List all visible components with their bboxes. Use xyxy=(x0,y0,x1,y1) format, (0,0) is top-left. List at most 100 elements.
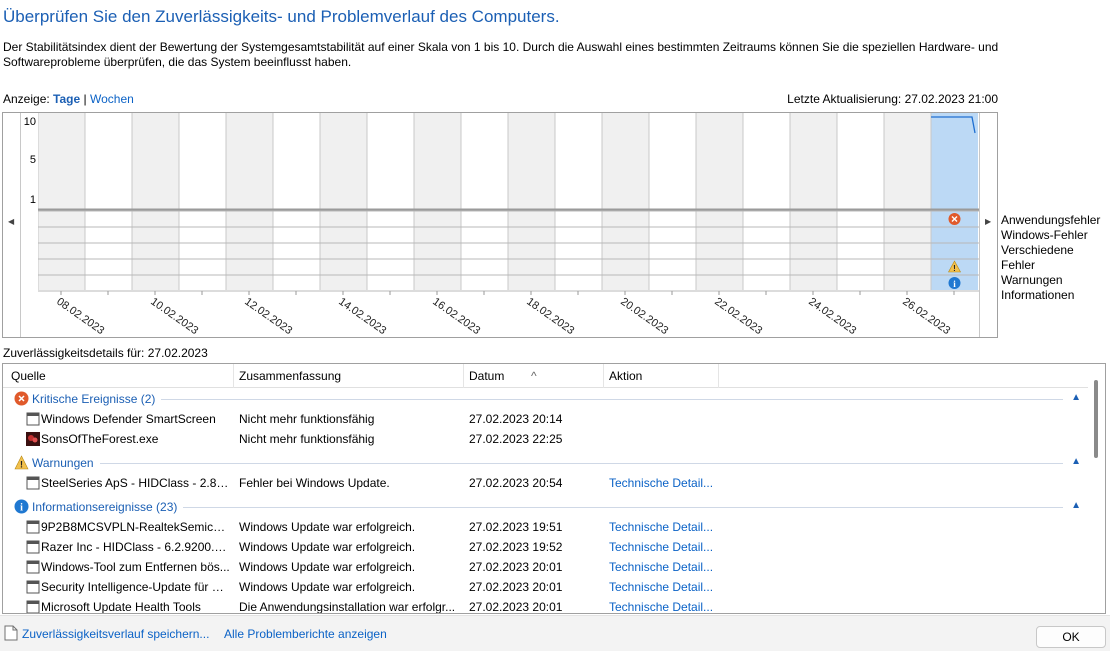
day-column[interactable] xyxy=(273,113,320,290)
day-column[interactable] xyxy=(555,113,602,290)
group-label: Kritische Ereignisse (2) xyxy=(32,392,155,406)
day-column[interactable] xyxy=(85,113,132,290)
group-header[interactable]: !Warnungen▲ xyxy=(3,453,1083,473)
view-days-link[interactable]: Tage xyxy=(53,92,80,106)
date-label: 12.02.2023 xyxy=(242,296,294,337)
list-item[interactable]: SonsOfTheForest.exeNicht mehr funktionsf… xyxy=(3,429,1083,449)
chevron-left-icon: ◀ xyxy=(8,217,14,226)
cell-source: SteelSeries ApS - HIDClass - 2.8.0.0 xyxy=(41,476,231,490)
cell-date: 27.02.2023 20:01 xyxy=(469,580,599,594)
collapse-chevron-icon[interactable]: ▲ xyxy=(1071,456,1081,467)
list-item[interactable]: Security Intelligence-Update für M... Win… xyxy=(3,577,1083,597)
app-icon xyxy=(26,540,40,554)
column-separator[interactable] xyxy=(603,364,604,388)
cell-source: SonsOfTheForest.exe xyxy=(41,432,231,446)
column-separator[interactable] xyxy=(463,364,464,388)
page-title: Überprüfen Sie den Zuverlässigkeits- und… xyxy=(3,7,560,27)
day-column[interactable] xyxy=(367,113,414,290)
cell-date: 27.02.2023 20:14 xyxy=(469,412,599,426)
sort-up-icon: ^ xyxy=(531,369,537,383)
view-separator: | xyxy=(84,92,87,106)
y-tick-5: 5 xyxy=(30,154,36,166)
cell-source: Windows-Tool zum Entfernen bös... xyxy=(41,560,231,574)
day-column[interactable] xyxy=(884,113,931,290)
cell-source: 9P2B8MCSVPLN-RealtekSemicon... xyxy=(41,520,231,534)
stability-chart[interactable]: ◀ 10 5 1 08.02.202310.02.202312.02.20231… xyxy=(2,112,998,338)
cell-action-link[interactable]: Technische Detail... xyxy=(609,580,729,594)
collapse-chevron-icon[interactable]: ▲ xyxy=(1071,392,1081,403)
ok-button[interactable]: OK xyxy=(1036,626,1106,648)
cell-source: Windows Defender SmartScreen xyxy=(41,412,231,426)
error-icon xyxy=(14,391,29,406)
cell-action-link[interactable]: Technische Detail... xyxy=(609,520,729,534)
column-header-action[interactable]: Aktion xyxy=(609,369,642,383)
list-item[interactable]: 9P2B8MCSVPLN-RealtekSemicon...Windows Up… xyxy=(3,517,1083,537)
list-item[interactable]: SteelSeries ApS - HIDClass - 2.8.0.0 Fehl… xyxy=(3,473,1083,493)
collapse-chevron-icon[interactable]: ▲ xyxy=(1071,500,1081,511)
cell-source: Security Intelligence-Update für M... xyxy=(41,580,231,594)
list-item[interactable]: Windows-Tool zum Entfernen bös...Windows… xyxy=(3,557,1083,577)
day-column[interactable] xyxy=(743,113,790,290)
list-item[interactable]: Razer Inc - HIDClass - 6.2.9200.165...Wi… xyxy=(3,537,1083,557)
group-divider xyxy=(161,399,1063,400)
group-header[interactable]: i Informationsereignisse (23) ▲ xyxy=(3,497,1083,517)
day-column[interactable] xyxy=(508,113,555,290)
column-separator[interactable] xyxy=(718,364,719,388)
app-icon xyxy=(26,520,40,534)
day-column[interactable] xyxy=(837,113,884,290)
day-column[interactable] xyxy=(320,113,367,290)
document-icon xyxy=(4,625,18,641)
column-header-date[interactable]: Datum xyxy=(469,369,504,383)
column-header-summary[interactable]: Zusammenfassung xyxy=(239,369,341,383)
app-icon xyxy=(26,560,40,574)
game-icon xyxy=(26,432,40,446)
chart-scroll-right-button[interactable]: ▶ xyxy=(979,113,997,337)
column-separator[interactable] xyxy=(233,364,234,388)
date-label: 22.02.2023 xyxy=(712,296,764,337)
app-icon xyxy=(26,412,40,426)
chart-y-axis: 10 5 1 xyxy=(22,113,38,209)
day-column[interactable] xyxy=(414,113,461,290)
day-column[interactable] xyxy=(179,113,226,290)
details-heading: Zuverlässigkeitsdetails für: 27.02.2023 xyxy=(3,346,208,360)
day-column[interactable] xyxy=(461,113,508,290)
scrollbar-thumb[interactable] xyxy=(1094,380,1098,458)
day-column[interactable] xyxy=(38,113,85,290)
day-column[interactable] xyxy=(602,113,649,290)
day-column[interactable] xyxy=(132,113,179,290)
group-divider xyxy=(183,507,1063,508)
group-divider xyxy=(100,463,1063,464)
date-label: 14.02.2023 xyxy=(336,296,388,337)
warning-icon-mark: ! xyxy=(953,264,956,273)
cell-source: Razer Inc - HIDClass - 6.2.9200.165... xyxy=(41,540,231,554)
chart-plot-area[interactable]: 08.02.202310.02.202312.02.202314.02.2023… xyxy=(38,113,980,337)
y-tick-10: 10 xyxy=(24,116,36,128)
view-all-reports-link[interactable]: Alle Problemberichte anzeigen xyxy=(224,627,387,641)
cell-action-link[interactable]: Technische Detail... xyxy=(609,476,729,490)
legend-app-errors: Anwendungsfehler xyxy=(1001,213,1110,228)
cell-action-link[interactable]: Technische Detail... xyxy=(609,600,729,614)
cell-summary: Fehler bei Windows Update. xyxy=(239,476,461,490)
chart-scroll-left-button[interactable]: ◀ xyxy=(3,113,21,337)
details-scrollbar[interactable] xyxy=(1088,364,1105,613)
day-column[interactable] xyxy=(696,113,743,290)
list-item[interactable]: Windows Defender SmartScreenNicht mehr f… xyxy=(3,409,1083,429)
day-column[interactable] xyxy=(790,113,837,290)
date-label: 08.02.2023 xyxy=(54,296,106,337)
day-column[interactable] xyxy=(226,113,273,290)
day-column[interactable] xyxy=(649,113,696,290)
column-header-source[interactable]: Quelle xyxy=(11,369,46,383)
cell-action-link[interactable]: Technische Detail... xyxy=(609,540,729,554)
group-label: Warnungen xyxy=(32,456,94,470)
cell-action-link[interactable]: Technische Detail... xyxy=(609,560,729,574)
list-item[interactable]: Microsoft Update Health ToolsDie Anwendu… xyxy=(3,597,1083,614)
view-weeks-link[interactable]: Wochen xyxy=(90,92,134,106)
save-history-link[interactable]: Zuverlässigkeitsverlauf speichern... xyxy=(22,627,209,641)
svg-text:i: i xyxy=(20,503,23,514)
cell-summary: Die Anwendungsinstallation war erfolgr..… xyxy=(239,600,461,614)
group-header[interactable]: Kritische Ereignisse (2) ▲ xyxy=(3,389,1083,409)
details-header-row: Quelle Zusammenfassung Datum Aktion ^ xyxy=(3,364,1105,388)
view-selector: Anzeige: Tage | Wochen xyxy=(3,92,134,106)
group-label: Informationsereignisse (23) xyxy=(32,500,177,514)
cell-summary: Windows Update war erfolgreich. xyxy=(239,580,461,594)
